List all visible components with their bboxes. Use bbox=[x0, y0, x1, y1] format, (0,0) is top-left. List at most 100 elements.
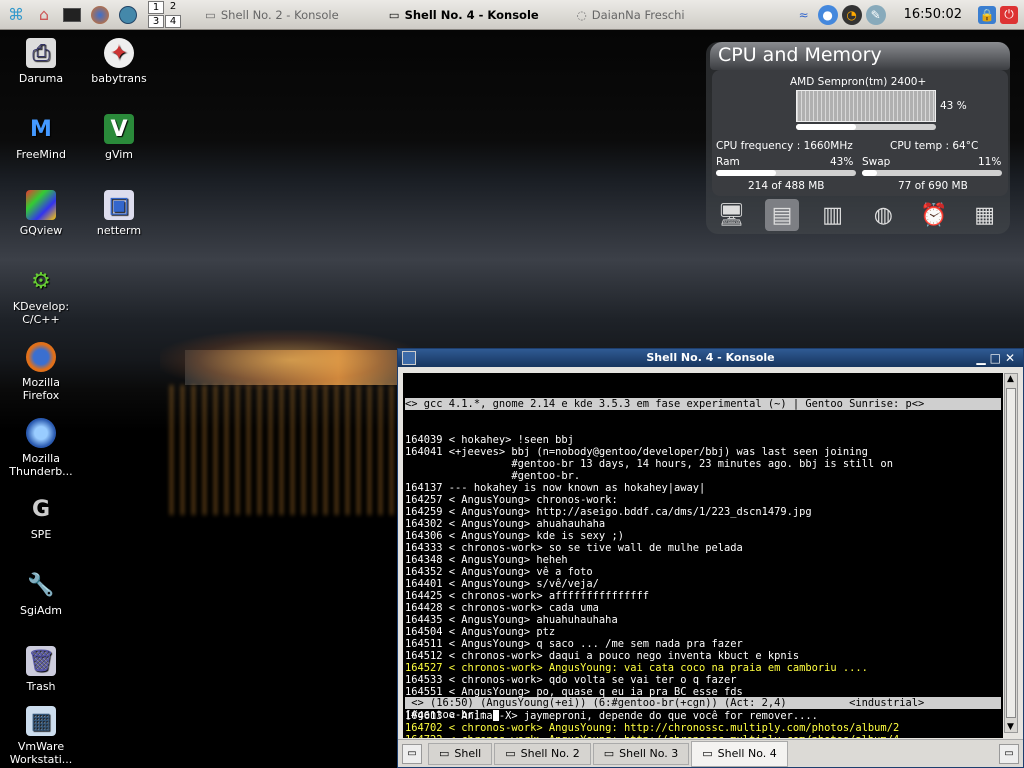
scrollbar-thumb[interactable] bbox=[1006, 388, 1016, 718]
desktop-icon-vmware[interactable]: ▦ VmWare Workstati... bbox=[3, 706, 79, 766]
close-session-icon[interactable]: ▭ bbox=[999, 743, 1019, 764]
irc-line: 164435 < AngusYoung> ahuahuhauhaha bbox=[405, 614, 618, 626]
desktop-icon-label: netterm bbox=[96, 224, 142, 237]
tab-label: Shell bbox=[454, 747, 482, 760]
top-panel: ⌘ ⌂ 1 2 3 4 ▭ Shell No. 2 - Konsole ▭ Shel… bbox=[0, 0, 1024, 30]
scroll-down-icon[interactable]: ▼ bbox=[1007, 722, 1014, 732]
pager-desktop-3[interactable]: 3 bbox=[148, 15, 164, 28]
desktop-icon-label: gVim bbox=[104, 148, 134, 161]
lock-icon[interactable]: 🔒 bbox=[978, 5, 996, 24]
cpu-memory-widget: CPU and Memory AMD Sempron(tm) 2400+ 43 … bbox=[706, 42, 1010, 234]
irc-line: #gentoo-br. bbox=[405, 470, 581, 482]
firefox-icon[interactable] bbox=[88, 4, 112, 26]
new-session-icon[interactable]: ▭ bbox=[402, 743, 422, 764]
window-controls: ▁□✕ bbox=[976, 349, 1019, 367]
swap-percent: 11% bbox=[978, 156, 1002, 168]
desktop-icon-daruma[interactable]: ⎙ Daruma bbox=[3, 38, 79, 85]
tab-shell[interactable]: ▭ Shell bbox=[428, 742, 493, 765]
pager-desktop-2[interactable]: 2 bbox=[165, 1, 181, 14]
desktop-icon-kdevelop[interactable]: ⚙ KDevelop: C/C++ bbox=[3, 266, 79, 326]
minimize-icon[interactable]: ▁ bbox=[976, 351, 989, 365]
konsole-icon: ▭ bbox=[205, 7, 216, 22]
konsole-icon: ▭ bbox=[388, 7, 400, 22]
desktop-icon-label: Mozilla Firefox bbox=[22, 376, 60, 402]
desktop-icon-label: KDevelop: C/C++ bbox=[12, 300, 70, 326]
text-cursor bbox=[492, 709, 499, 721]
irc-input-line[interactable]: [#gentoo-br]: bbox=[405, 709, 499, 721]
vmware-icon: ▦ bbox=[26, 706, 56, 736]
clock-app-icon[interactable]: ◔ bbox=[841, 4, 862, 25]
desktop-icon-sgiadm[interactable]: 🔧 SgiAdm bbox=[3, 570, 79, 617]
desktop-icon-gvim[interactable]: VgVim bbox=[81, 114, 157, 161]
system-tray: ≈ ● ◔ ✎ bbox=[794, 4, 886, 25]
globe-icon[interactable]: ● bbox=[817, 4, 838, 25]
irc-line: 164302 < AngusYoung> ahuahauhaha bbox=[405, 518, 606, 530]
konsole-icon: ▭ bbox=[439, 747, 450, 760]
desktop-icon-netterm[interactable]: ▣ netterm bbox=[81, 190, 157, 237]
desktop-icon-freemind[interactable]: M FreeMind bbox=[3, 114, 79, 161]
widget-tabs: 🖥 ▤ ▥ ◍ ⏰ ▦ bbox=[706, 198, 1010, 232]
irc-line: 164137 --- hokahey is now known as hokah… bbox=[405, 482, 706, 494]
irc-line: 164039 < hokahey> !seen bbj bbox=[405, 434, 574, 446]
logout-icon[interactable]: ⏻ bbox=[1000, 5, 1018, 24]
scroll-up-icon[interactable]: ▲ bbox=[1007, 374, 1014, 384]
irc-line: 164512 < chronos-work> daqui a pouco neg… bbox=[405, 650, 800, 662]
ram-fill bbox=[716, 170, 777, 176]
maximize-icon[interactable]: □ bbox=[990, 351, 1005, 365]
tab-label: Shell No. 2 bbox=[520, 747, 580, 760]
widget-body: AMD Sempron(tm) 2400+ 43 % CPU frequency… bbox=[712, 70, 1008, 196]
desktop-icon-label: VmWare Workstati... bbox=[9, 740, 73, 766]
kmenu-icon[interactable]: ⌘ bbox=[4, 4, 28, 26]
cpu-load-graph bbox=[796, 90, 936, 122]
irc-line: 164348 < AngusYoung> heheh bbox=[405, 554, 568, 566]
wrench-icon: 🔧 bbox=[27, 572, 55, 598]
monitor-icon[interactable]: 🖥 bbox=[714, 199, 748, 231]
irc-line: 164511 < AngusYoung> q saco ... /me sem … bbox=[405, 638, 743, 650]
desktop-icon-label: GQview bbox=[19, 224, 63, 237]
home-icon[interactable]: ⌂ bbox=[32, 4, 56, 26]
desktop-icon-gqview[interactable]: GQview bbox=[3, 190, 79, 237]
irc-line: 164702 < chronos-work> AngusYoung: http:… bbox=[405, 722, 900, 734]
swap-bar bbox=[862, 170, 1002, 176]
konsole-icon: ▭ bbox=[702, 747, 713, 760]
tab-shell-2[interactable]: ▭ Shell No. 2 bbox=[494, 742, 591, 765]
irc-line: #gentoo-br 13 days, 14 hours, 23 minutes… bbox=[405, 458, 893, 470]
network-globe-icon[interactable]: ◍ bbox=[866, 199, 900, 231]
terminal-screen[interactable]: <> gcc 4.1.*, gnome 2.14 e kde 3.5.3 em … bbox=[403, 373, 1003, 738]
desktop-icon-thunderbird[interactable]: Mozilla Thunderb... bbox=[3, 418, 79, 478]
alarm-clock-icon[interactable]: ⏰ bbox=[917, 199, 951, 231]
pager-desktop-1[interactable]: 1 bbox=[148, 1, 164, 14]
taskbar-item-shell-2[interactable]: ▭ Shell No. 2 - Konsole bbox=[195, 2, 349, 28]
irc-line: 164504 < AngusYoung> ptz bbox=[405, 626, 556, 638]
desktop-icon-firefox[interactable]: Mozilla Firefox bbox=[3, 342, 79, 402]
taskbar-item-daianna[interactable]: ◌ DaianNa Freschi bbox=[567, 2, 695, 28]
panel-clock[interactable]: 16:50:02 bbox=[904, 7, 962, 22]
klipper-icon[interactable]: ✎ bbox=[865, 4, 886, 25]
terminal-icon[interactable] bbox=[60, 4, 84, 26]
taskbar-item-shell-4[interactable]: ▭ Shell No. 4 - Konsole bbox=[379, 2, 549, 28]
calendar-icon[interactable]: ▦ bbox=[968, 199, 1002, 231]
cpu-load-fill bbox=[796, 124, 857, 130]
window-menu-icon[interactable] bbox=[402, 351, 416, 365]
irc-line: 164257 < AngusYoung> chronos-work: bbox=[405, 494, 618, 506]
desktop-icon-trash[interactable]: 🗑 Trash bbox=[3, 646, 79, 693]
desktop-icon-spe[interactable]: G SPE bbox=[3, 494, 79, 541]
gqview-icon bbox=[26, 190, 56, 220]
compass-icon[interactable] bbox=[116, 4, 140, 26]
kdevelop-icon: ⚙ bbox=[31, 268, 51, 294]
pager-desktop-4[interactable]: 4 bbox=[165, 15, 181, 28]
close-icon[interactable]: ✕ bbox=[1005, 351, 1019, 365]
network-icon[interactable]: ≈ bbox=[794, 5, 814, 25]
tab-label: Shell No. 3 bbox=[619, 747, 679, 760]
vim-icon: V bbox=[104, 114, 134, 144]
window-titlebar[interactable]: Shell No. 4 - Konsole ▁□✕ bbox=[398, 349, 1023, 367]
tab-shell-3[interactable]: ▭ Shell No. 3 bbox=[592, 742, 690, 765]
irc-line: 164352 < AngusYoung> vê a foto bbox=[405, 566, 593, 578]
terminal-scrollbar[interactable]: ▲ ▼ bbox=[1004, 373, 1018, 733]
tab-shell-4[interactable]: ▭ Shell No. 4 bbox=[691, 740, 788, 767]
desktop-icon-babytrans[interactable]: ✦ babytrans bbox=[81, 38, 157, 85]
memory-chip-icon[interactable]: ▤ bbox=[764, 199, 799, 231]
wallpaper-lights bbox=[160, 330, 420, 390]
harddisk-icon[interactable]: ▥ bbox=[816, 199, 850, 231]
taskbar-item-label: DaianNa Freschi bbox=[591, 7, 685, 22]
